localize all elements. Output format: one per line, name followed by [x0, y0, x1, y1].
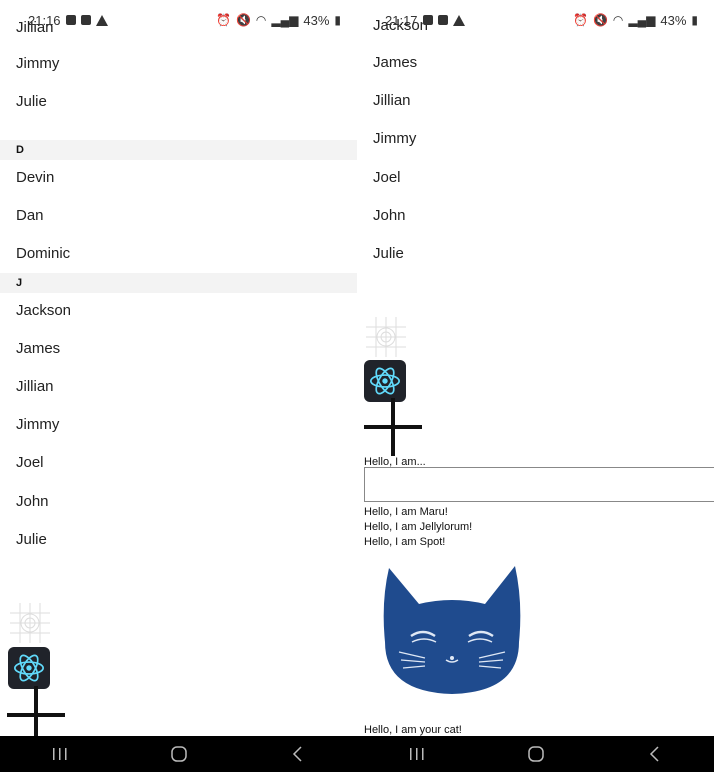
signal-icon: ▂▄▆ — [628, 13, 656, 27]
list-item[interactable]: Jackson — [16, 302, 71, 320]
wifi-icon: ◠ — [255, 13, 267, 27]
signal-icon: ▂▄▆ — [271, 13, 299, 27]
status-time: 21:17 — [385, 12, 418, 28]
right-screen: 21:17 ⏰ 🔇 ◠ ▂▄▆ 43% ▮ Jackson James Jill… — [357, 0, 714, 772]
status-time: 21:16 — [28, 12, 61, 28]
list-item[interactable]: Jillian — [373, 92, 411, 110]
back-icon — [292, 746, 302, 762]
alarm-icon: ⏰ — [216, 13, 231, 27]
faint-react-logo-icon — [366, 317, 406, 357]
recent-apps-icon — [409, 748, 423, 760]
home-icon — [170, 746, 187, 762]
recent-apps-icon — [52, 748, 66, 760]
cat-image — [383, 566, 521, 694]
faint-react-logo-icon — [10, 603, 50, 643]
list-item[interactable]: Devin — [16, 169, 54, 187]
left-screen: 21:16 ⏰ 🔇 ◠ ▂▄▆ 43% ▮ Jillian Jimmy Juli… — [0, 0, 357, 772]
alarm-icon: ⏰ — [573, 13, 588, 27]
list-item[interactable]: Julie — [16, 531, 47, 549]
section-header: D — [0, 140, 357, 160]
back-button[interactable] — [635, 739, 675, 769]
greeting-text: Hello, I am Spot! — [364, 536, 446, 548]
check-notification-icon — [80, 15, 91, 25]
gallery-notification-icon — [422, 15, 433, 25]
mute-icon: 🔇 — [592, 13, 608, 27]
battery-icon: ▮ — [334, 13, 341, 27]
list-item[interactable]: Julie — [373, 245, 404, 263]
battery-level: 43% — [303, 12, 330, 28]
home-icon — [527, 746, 544, 762]
wifi-icon: ◠ — [612, 13, 624, 27]
gallery-notification-icon — [65, 15, 76, 25]
list-item[interactable]: Dominic — [16, 245, 70, 263]
name-input[interactable] — [364, 467, 714, 502]
warning-icon — [95, 14, 108, 26]
home-button[interactable] — [159, 739, 199, 769]
list-item[interactable]: John — [16, 493, 49, 511]
back-icon — [649, 746, 659, 762]
home-button[interactable] — [516, 739, 556, 769]
list-item[interactable]: Joel — [373, 169, 401, 187]
list-item[interactable]: Jimmy — [16, 55, 59, 73]
battery-icon: ▮ — [691, 13, 698, 27]
greeting-text: Hello, I am Jellylorum! — [364, 521, 473, 533]
back-button[interactable] — [278, 739, 318, 769]
android-nav-bar — [357, 736, 714, 772]
status-bar: 21:17 ⏰ 🔇 ◠ ▂▄▆ 43% ▮ — [357, 10, 714, 30]
list-item[interactable]: Jimmy — [16, 416, 59, 434]
status-bar: 21:16 ⏰ 🔇 ◠ ▂▄▆ 43% ▮ — [0, 10, 357, 30]
mute-icon: 🔇 — [235, 13, 251, 27]
list-item[interactable]: James — [16, 340, 60, 358]
list-item[interactable]: Joel — [16, 454, 44, 472]
react-logo-icon — [8, 647, 50, 689]
list-item[interactable]: Jimmy — [373, 130, 416, 148]
list-item[interactable]: John — [373, 207, 406, 225]
list-item[interactable]: James — [373, 54, 417, 72]
react-logo-icon — [364, 360, 406, 402]
greeting-text: Hello, I am Maru! — [364, 506, 448, 518]
android-nav-bar — [0, 736, 357, 772]
recent-apps-button[interactable] — [40, 739, 80, 769]
list-item[interactable]: Julie — [16, 93, 47, 111]
list-item[interactable]: Jillian — [16, 378, 54, 396]
recent-apps-button[interactable] — [397, 739, 437, 769]
list-item[interactable]: Dan — [16, 207, 44, 225]
check-notification-icon — [437, 15, 448, 25]
warning-icon — [452, 14, 465, 26]
plus-icon[interactable] — [364, 398, 422, 456]
section-header: J — [0, 273, 357, 293]
battery-level: 43% — [660, 12, 687, 28]
